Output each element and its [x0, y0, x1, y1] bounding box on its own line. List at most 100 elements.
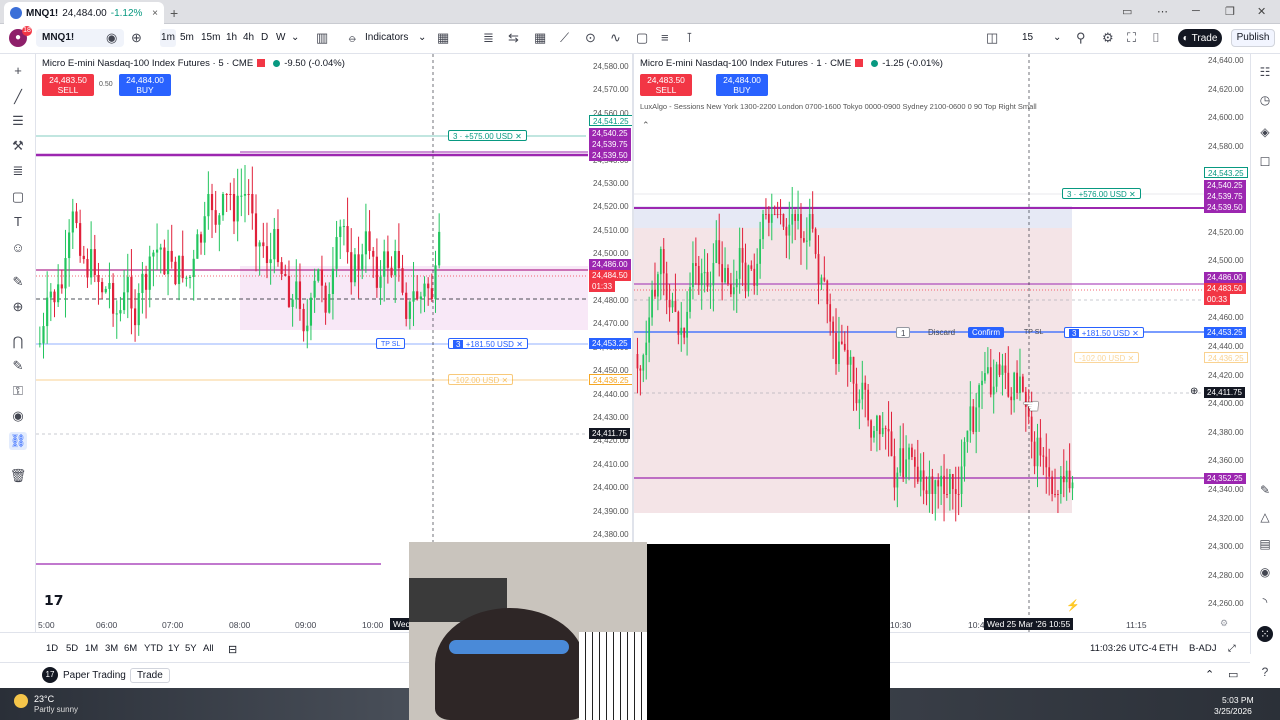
- position-pill[interactable]: 3 +181.50 USD ✕: [1064, 327, 1144, 338]
- horizontal-lines-icon[interactable]: ☰: [9, 112, 27, 130]
- sl-order-pill[interactable]: -102.00 USD ✕: [448, 374, 514, 385]
- crosshair-icon[interactable]: +: [9, 62, 27, 80]
- search-icon[interactable]: ⚲: [1076, 30, 1086, 46]
- layout-icon[interactable]: ◫: [986, 30, 998, 46]
- templates-icon[interactable]: ▦: [437, 30, 449, 46]
- signal-icon[interactable]: ◉: [1257, 564, 1273, 580]
- calendar-icon[interactable]: ▤: [1257, 536, 1273, 552]
- chevron-down-icon[interactable]: ⌄: [291, 32, 299, 43]
- settings-gear-icon[interactable]: ⚙: [1220, 618, 1228, 629]
- symbol-settings-icon[interactable]: ◉: [106, 30, 117, 46]
- sl-button[interactable]: SL: [392, 341, 401, 348]
- chevron-down-icon[interactable]: ⌄: [1053, 32, 1061, 43]
- lock-drawings-icon[interactable]: ✎: [9, 357, 27, 375]
- note-tool-icon[interactable]: ⊺: [686, 30, 693, 46]
- chevron-up-icon[interactable]: ⌃: [1205, 668, 1214, 681]
- sl-order-pill[interactable]: -102.00 USD ✕: [1074, 352, 1140, 363]
- clock-text[interactable]: 11:03:26 UTC-4: [1090, 643, 1157, 654]
- close-icon[interactable]: ✕: [515, 132, 522, 141]
- tp-button[interactable]: TP: [1024, 329, 1033, 336]
- tab-close-icon[interactable]: ×: [152, 8, 158, 19]
- tp-button[interactable]: TP: [381, 341, 390, 348]
- collapse-legend-icon[interactable]: ⌃: [642, 120, 650, 131]
- position-tp-sl-buttons[interactable]: TP SL: [376, 338, 406, 349]
- compare-add-icon[interactable]: ⊕: [131, 30, 142, 46]
- timeframe-1m[interactable]: 1m: [160, 29, 176, 47]
- more-icon[interactable]: ⋯: [1157, 5, 1168, 18]
- timeframe-4h[interactable]: 4h: [243, 32, 254, 43]
- browser-tab[interactable]: MNQ1! 24,484.00 -1.12% ×: [4, 2, 164, 24]
- timeframe-1h[interactable]: 1h: [226, 32, 237, 43]
- expand-icon[interactable]: ⤢: [1228, 643, 1236, 654]
- timeframe-5m[interactable]: 5m: [180, 32, 194, 43]
- apps-grid-icon[interactable]: ⁙: [1257, 626, 1273, 642]
- chevron-down-icon[interactable]: ⌄: [418, 32, 426, 43]
- range-all[interactable]: All: [203, 643, 214, 654]
- replay-icon[interactable]: ⇆: [508, 30, 519, 46]
- order-qty[interactable]: 1: [896, 327, 911, 338]
- watchlist-icon[interactable]: ☷: [1257, 64, 1273, 80]
- buy-button[interactable]: 24,484.00 BUY: [119, 74, 171, 96]
- path-tool-icon[interactable]: ∿: [610, 30, 621, 46]
- order-tp-sl[interactable]: TP SL: [1020, 327, 1047, 338]
- crosshair-add-icon[interactable]: ⊕: [1190, 386, 1198, 397]
- adjust-toggle[interactable]: B-ADJ: [1189, 643, 1216, 654]
- pitchfork-icon[interactable]: ⚒: [9, 137, 27, 155]
- candle-type-icon[interactable]: ▥: [316, 30, 328, 46]
- range-1d[interactable]: 1D: [46, 643, 58, 654]
- rect-tool-icon[interactable]: ▢: [636, 30, 648, 46]
- tp-order-pill[interactable]: 3 · +575.00 USD ✕: [448, 130, 527, 141]
- sell-button[interactable]: 24,483.50 SELL: [42, 74, 94, 96]
- chat-icon[interactable]: ☐: [1257, 154, 1273, 170]
- window-close-icon[interactable]: ✕: [1257, 5, 1266, 18]
- line-tool-icon[interactable]: ⟋: [560, 30, 569, 46]
- range-1m[interactable]: 1M: [85, 643, 98, 654]
- magnet-icon[interactable]: ⋂: [9, 333, 27, 351]
- range-3m[interactable]: 3M: [105, 643, 118, 654]
- maximize-icon[interactable]: ❐: [1225, 5, 1235, 18]
- trend-line-icon[interactable]: ╱: [9, 88, 27, 106]
- indicators-button[interactable]: Indicators: [365, 32, 408, 43]
- minimize-icon[interactable]: ─: [1192, 5, 1200, 17]
- trade-tab[interactable]: Trade: [130, 668, 170, 683]
- timeframe-d[interactable]: D: [261, 32, 268, 43]
- circle-tool-icon[interactable]: ⊙: [585, 30, 596, 46]
- sell-button[interactable]: 24,483.50 SELL: [640, 74, 692, 96]
- close-icon[interactable]: ✕: [516, 340, 523, 349]
- range-1y[interactable]: 1Y: [168, 643, 180, 654]
- timeframe-w[interactable]: W: [276, 32, 285, 43]
- pyramid-icon[interactable]: △: [1257, 509, 1273, 525]
- publish-button[interactable]: Publish: [1231, 29, 1275, 47]
- date-range-icon[interactable]: ⊟: [228, 643, 237, 656]
- discard-button[interactable]: Discard: [924, 327, 959, 338]
- range-5y[interactable]: 5Y: [185, 643, 197, 654]
- brush-icon[interactable]: ✎: [9, 273, 27, 291]
- screen-icon[interactable]: ▭: [1122, 5, 1132, 18]
- trash-icon[interactable]: 🗑: [9, 467, 27, 485]
- fullscreen-icon[interactable]: ⛶: [1127, 30, 1136, 46]
- position-pill[interactable]: 3 +181.50 USD ✕: [448, 338, 528, 349]
- shapes-icon[interactable]: ▢: [9, 188, 27, 206]
- hide-icon[interactable]: ◉: [9, 407, 27, 425]
- new-tab-button[interactable]: +: [170, 5, 178, 21]
- buy-button[interactable]: 24,484.00 BUY: [716, 74, 768, 96]
- layers-icon[interactable]: ◈: [1257, 124, 1273, 140]
- link-icon[interactable]: ⛓: [9, 432, 27, 450]
- confirm-button[interactable]: Confirm: [968, 327, 1005, 338]
- camera-icon[interactable]: ⌷: [1152, 30, 1160, 46]
- zoom-icon[interactable]: ⊕: [9, 298, 27, 316]
- range-6m[interactable]: 6M: [124, 643, 137, 654]
- grid-icon[interactable]: ▦: [534, 30, 546, 46]
- range-ytd[interactable]: YTD: [144, 643, 163, 654]
- lock-icon[interactable]: ⚿: [9, 382, 27, 400]
- lightning-icon[interactable]: ⚡: [1066, 599, 1080, 612]
- pencil-icon[interactable]: ✎: [1257, 482, 1273, 498]
- text-tool-icon[interactable]: ≡: [661, 30, 669, 45]
- alert-icon[interactable]: ≣: [483, 30, 494, 46]
- alerts-clock-icon[interactable]: ◷: [1257, 92, 1273, 108]
- patterns-icon[interactable]: ☺: [9, 239, 27, 257]
- trade-button[interactable]: ◐ Trade: [1178, 29, 1222, 47]
- layout-count[interactable]: 15: [1022, 32, 1033, 43]
- text-icon[interactable]: T: [9, 213, 27, 231]
- settings-icon[interactable]: ⚙: [1102, 30, 1114, 46]
